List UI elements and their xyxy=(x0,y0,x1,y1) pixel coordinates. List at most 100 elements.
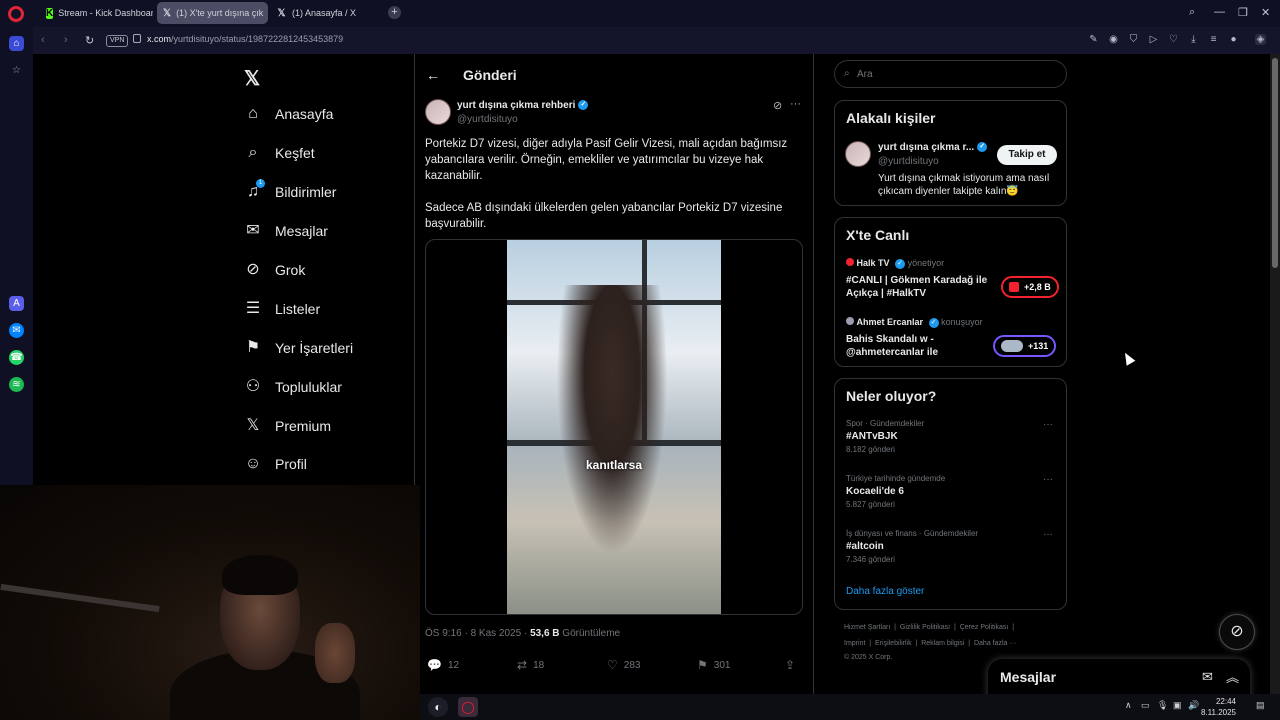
bookmark-icon: ⚑ xyxy=(697,658,708,672)
live-pill[interactable]: +2,8 B xyxy=(1001,276,1059,298)
more-icon[interactable]: ··· xyxy=(790,98,801,110)
network-icon[interactable]: ▣ xyxy=(1173,700,1182,711)
trend-item[interactable]: Türkiye tarihinde gündemde Kocaeli'de 6 … xyxy=(846,474,1056,509)
chevron-up-icon[interactable]: ∧ xyxy=(1125,700,1132,711)
participants-avatars xyxy=(1001,340,1023,352)
nav-premium[interactable]: 𝕏 Premium xyxy=(243,411,331,441)
more-icon[interactable]: ··· xyxy=(1043,474,1053,485)
live-card: X'te Canlı Halk TV ✓ yönetiyor #CANLI | … xyxy=(834,217,1067,367)
clock[interactable]: 22:44 8.11.2025 xyxy=(1201,696,1236,718)
opera-logo-icon[interactable] xyxy=(8,6,24,22)
live-pill[interactable]: +131 xyxy=(993,335,1057,357)
forward-icon[interactable]: › xyxy=(64,34,68,46)
minimize-icon[interactable]: — xyxy=(1214,6,1225,18)
new-message-icon[interactable]: ✉ xyxy=(1202,669,1213,685)
lock-icon[interactable] xyxy=(133,34,141,43)
nav-grok[interactable]: ⊘ Grok xyxy=(243,255,305,285)
star-icon[interactable]: ☆ xyxy=(9,63,24,78)
nav-messages[interactable]: ✉ Mesajlar xyxy=(243,216,328,246)
footer-link[interactable]: Çerez Politikası xyxy=(960,624,1009,631)
follow-button[interactable]: Takip et xyxy=(997,145,1057,165)
more-icon[interactable]: ··· xyxy=(1043,529,1053,540)
live-title[interactable]: #CANLI | Gökmen Karadağ ile Açıkça | #Ha… xyxy=(846,274,996,300)
author-handle[interactable]: @yurtdisituyo xyxy=(457,114,518,125)
grok-float-button[interactable]: ⊘ xyxy=(1219,614,1255,650)
battery-icon[interactable]: ▭ xyxy=(1141,700,1150,711)
bookmark-button[interactable]: ⚑ 301 xyxy=(697,658,730,672)
close-icon[interactable]: ✕ xyxy=(1261,6,1270,19)
nav-communities[interactable]: ⚇ Topluluklar xyxy=(243,372,342,402)
avatar[interactable] xyxy=(845,141,871,167)
reply-button[interactable]: 💬 12 xyxy=(427,658,459,672)
nav-explore[interactable]: ⌕ Keşfet xyxy=(243,138,315,168)
extensions-icon[interactable]: ◈ xyxy=(1255,34,1266,45)
opera-icon[interactable]: ◯ xyxy=(458,697,478,717)
page-scrollbar[interactable] xyxy=(1270,54,1280,720)
notifications-icon[interactable]: ▤ xyxy=(1256,700,1265,711)
footer-link[interactable]: Erişilebilirlik xyxy=(875,640,912,647)
reload-icon[interactable]: ↻ xyxy=(85,34,94,47)
user-icon: ☺ xyxy=(244,455,262,472)
heart-icon[interactable]: ♡ xyxy=(1168,34,1179,45)
nav-profile[interactable]: ☺ Profil xyxy=(243,449,307,479)
profile-icon[interactable]: ● xyxy=(1228,34,1239,45)
nav-lists[interactable]: ☰ Listeler xyxy=(243,294,320,324)
tab-x-home[interactable]: 𝕏 (1) Anasayfa / X xyxy=(270,2,382,24)
author-name[interactable]: yurt dışına çıkma rehberi ✓ xyxy=(457,100,589,111)
trend-item[interactable]: İş dünyası ve finans · Gündemdekiler #al… xyxy=(846,529,1056,564)
whatsapp-icon[interactable]: ☎ xyxy=(9,350,24,365)
back-icon[interactable]: ‹ xyxy=(41,34,45,46)
obs-icon[interactable]: ◐ xyxy=(428,697,448,717)
scroll-thumb[interactable] xyxy=(1272,58,1278,268)
spotify-icon[interactable]: ≋ xyxy=(9,377,24,392)
media-container[interactable]: kanıtlarsa xyxy=(425,239,803,615)
x-logo-icon[interactable]: 𝕏 xyxy=(244,66,260,91)
nav-notifications[interactable]: ♫ 1 Bildirimler xyxy=(243,177,336,207)
new-tab-button[interactable]: + xyxy=(388,6,401,19)
post-text: Portekiz D7 vizesi, diğer adıyla Pasif G… xyxy=(425,136,795,232)
footer-copyright: © 2025 X Corp. xyxy=(844,654,893,661)
host-avatar xyxy=(846,317,854,325)
footer-link[interactable]: Daha fazla ··· xyxy=(974,640,1016,647)
restore-icon[interactable]: ❐ xyxy=(1238,6,1248,19)
like-button[interactable]: ♡ 283 xyxy=(607,658,640,672)
play-icon[interactable]: ▷ xyxy=(1148,34,1159,45)
repost-button[interactable]: ⇄ 18 xyxy=(517,658,544,672)
shield-icon[interactable]: ⛉ xyxy=(1128,34,1139,45)
back-arrow-icon[interactable]: ← xyxy=(426,67,440,83)
download-icon[interactable]: ⤓ xyxy=(1188,34,1199,45)
trend-item[interactable]: Spor · Gündemdekiler #ANTvBJK 8.182 gönd… xyxy=(846,419,1056,454)
more-icon[interactable]: ··· xyxy=(1043,419,1053,430)
share-button[interactable]: ⇪ xyxy=(785,658,801,672)
camera-icon[interactable]: ◉ xyxy=(1108,34,1119,45)
volume-icon[interactable]: 🔊 xyxy=(1188,700,1199,711)
live-host[interactable]: Ahmet Ercanlar ✓ konuşuyor xyxy=(846,317,983,328)
related-handle[interactable]: @yurtdisituyo xyxy=(878,156,939,167)
live-host[interactable]: Halk TV ✓ yönetiyor xyxy=(846,258,944,269)
home-icon[interactable]: ⌂ xyxy=(9,36,24,51)
footer-link[interactable]: Hizmet Şartları xyxy=(844,624,890,631)
messenger-icon[interactable]: ✉ xyxy=(9,323,24,338)
live-title[interactable]: Bahis Skandalı w - @ahmetercanlar ile xyxy=(846,333,986,359)
footer-link[interactable]: Imprint xyxy=(844,640,865,647)
footer-link[interactable]: Reklam bilgisi xyxy=(921,640,964,647)
post-video[interactable]: kanıtlarsa xyxy=(507,240,721,614)
nav-bookmarks[interactable]: ⚑ Yer İşaretleri xyxy=(243,333,353,363)
mic-icon[interactable]: 🎙 xyxy=(1157,700,1168,711)
search-input[interactable]: ⌕ Ara xyxy=(834,60,1067,88)
menu-icon[interactable]: ≡ xyxy=(1208,34,1219,45)
chevron-up-icon[interactable]: ︽ xyxy=(1226,667,1239,686)
show-more-link[interactable]: Daha fazla göster xyxy=(846,586,924,597)
aria-icon[interactable]: A xyxy=(9,296,24,311)
avatar[interactable] xyxy=(425,99,451,125)
edit-icon[interactable]: ✎ xyxy=(1088,34,1099,45)
nav-home[interactable]: ⌂ Anasayfa xyxy=(243,99,333,129)
search-tabs-icon[interactable]: ⌕ xyxy=(1189,6,1195,19)
tab-x-post[interactable]: 𝕏 (1) X'te yurt dışına çık xyxy=(157,2,268,24)
footer-link[interactable]: Gizlilik Politikası xyxy=(900,624,950,631)
vpn-badge[interactable]: VPN xyxy=(106,35,129,47)
url-field[interactable]: x.com/yurtdisituyo/status/19872228124534… xyxy=(147,34,343,44)
related-name[interactable]: yurt dışına çıkma r... ✓ xyxy=(878,142,988,153)
grok-icon[interactable]: ⊘ xyxy=(773,99,782,112)
tab-kick-dashboard[interactable]: K Stream - Kick Dashboard xyxy=(40,2,153,24)
